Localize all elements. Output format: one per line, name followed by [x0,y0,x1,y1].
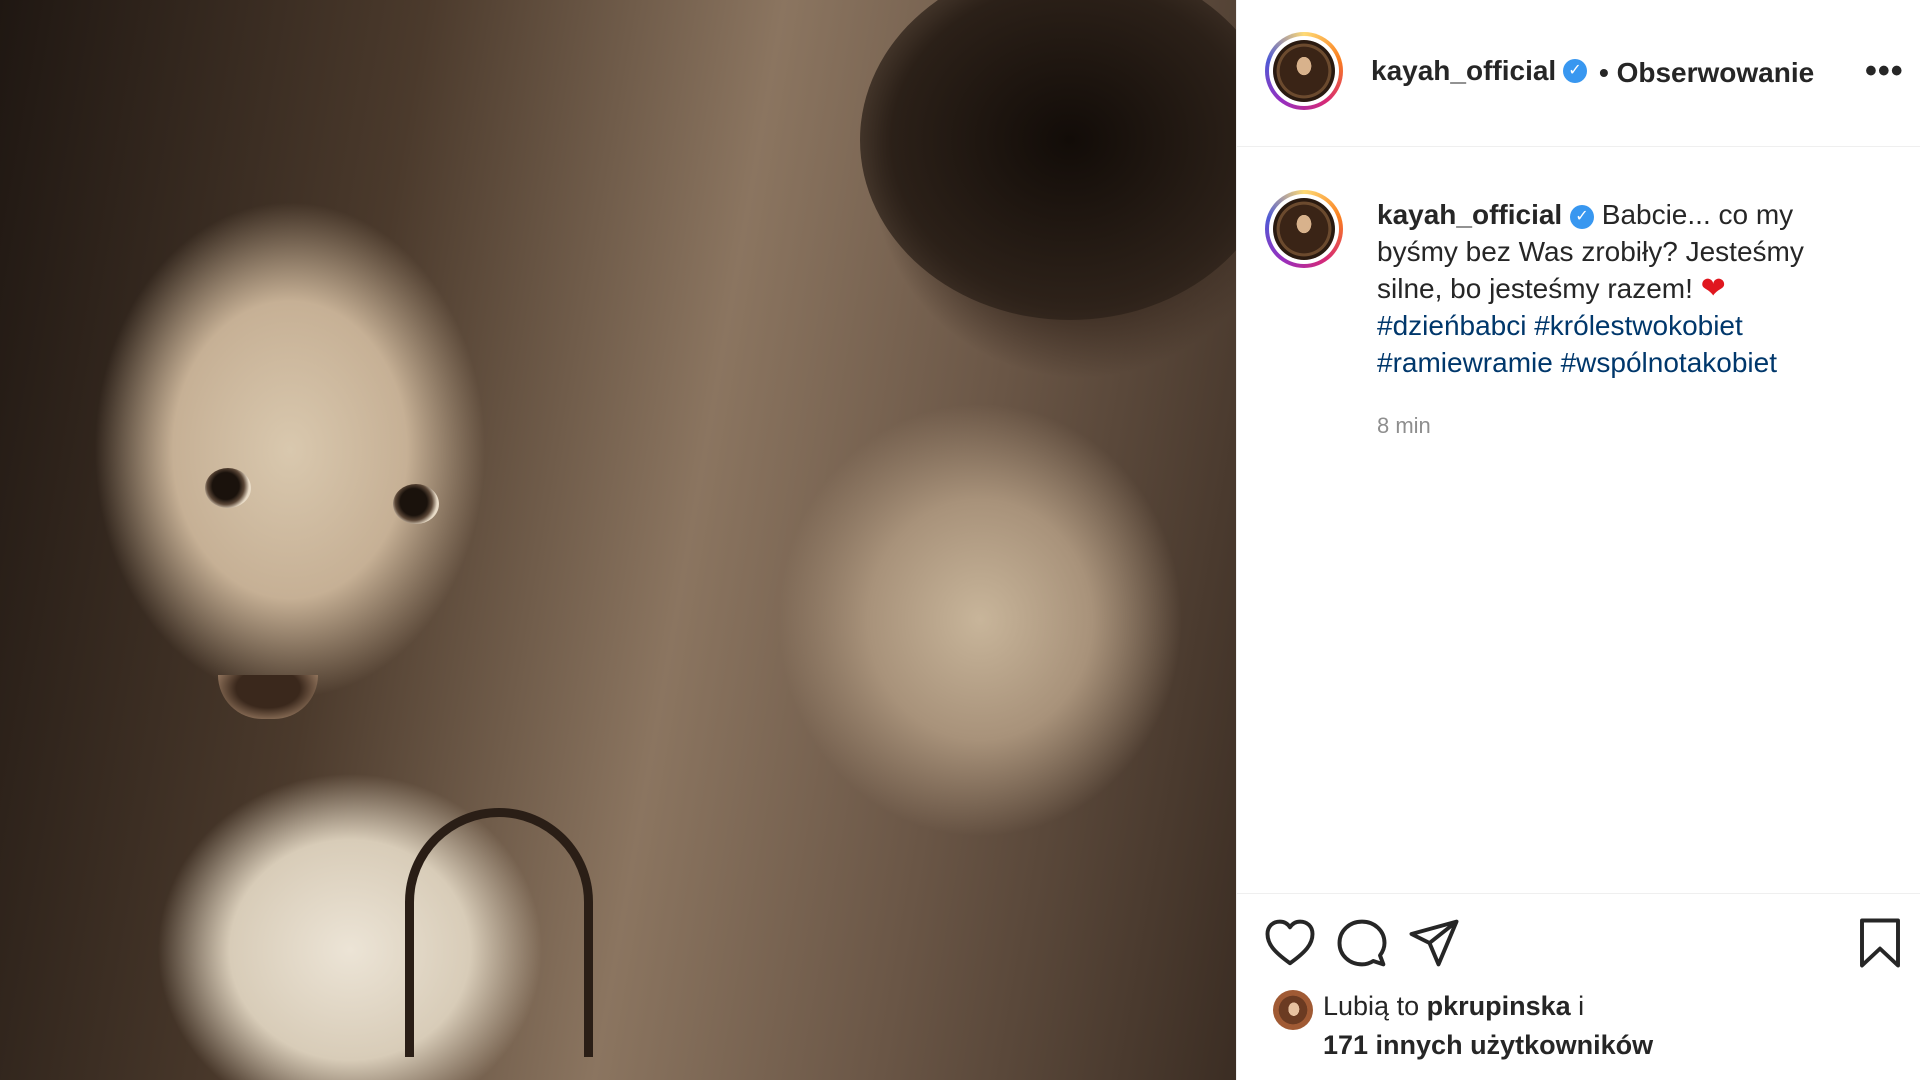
heart-emoji: ❤ [1700,272,1726,305]
post-side-panel: kayah_official ✓ • Obserwowanie ••• kaya… [1236,0,1920,1080]
photo-cord [405,808,593,1057]
likes-count-link[interactable]: 171 innych użytkowników [1323,1030,1653,1060]
share-icon[interactable] [1407,916,1461,970]
heart-icon[interactable] [1263,916,1317,970]
likes-prefix: Lubią to [1323,991,1420,1021]
more-options-icon[interactable]: ••• [1865,52,1904,91]
hashtag-link[interactable]: #ramiewramie [1377,347,1553,378]
avatar-image [1273,40,1335,102]
verified-badge-icon: ✓ [1563,59,1587,83]
likes-summary[interactable]: Lubią to pkrupinska i 171 innych użytkow… [1323,987,1653,1065]
verified-badge-icon: ✓ [1569,205,1594,229]
photo-eye-right [393,484,439,524]
hashtag-link[interactable]: #dzieńbabci [1377,310,1526,341]
post-timestamp[interactable]: 8 min [1377,413,1431,439]
likes-user-link[interactable]: pkrupinska [1427,991,1571,1021]
bookmark-icon[interactable] [1853,916,1907,970]
post-photo[interactable] [0,0,1236,1080]
photo-eye-left [205,468,251,508]
likes-and: i [1578,991,1585,1021]
follow-status-button[interactable]: • Obserwowanie [1599,57,1814,89]
post-caption: kayah_official ✓ Babcie... co my byśmy b… [1377,196,1857,381]
author-avatar[interactable] [1265,32,1343,110]
caption-username[interactable]: kayah_official [1377,199,1562,230]
avatar-image [1273,198,1335,260]
liker-avatar[interactable] [1273,990,1313,1030]
hashtag-link[interactable]: #królestwokobiet [1534,310,1743,341]
comment-icon[interactable] [1335,916,1389,970]
photo-hair-shape [860,0,1236,320]
hashtag-link[interactable]: #wspólnotakobiet [1561,347,1777,378]
post-header: kayah_official ✓ • Obserwowanie ••• [1237,0,1920,147]
caption-author-avatar[interactable] [1265,190,1343,268]
photo-mouth [218,675,318,719]
author-username[interactable]: kayah_official [1371,55,1556,87]
